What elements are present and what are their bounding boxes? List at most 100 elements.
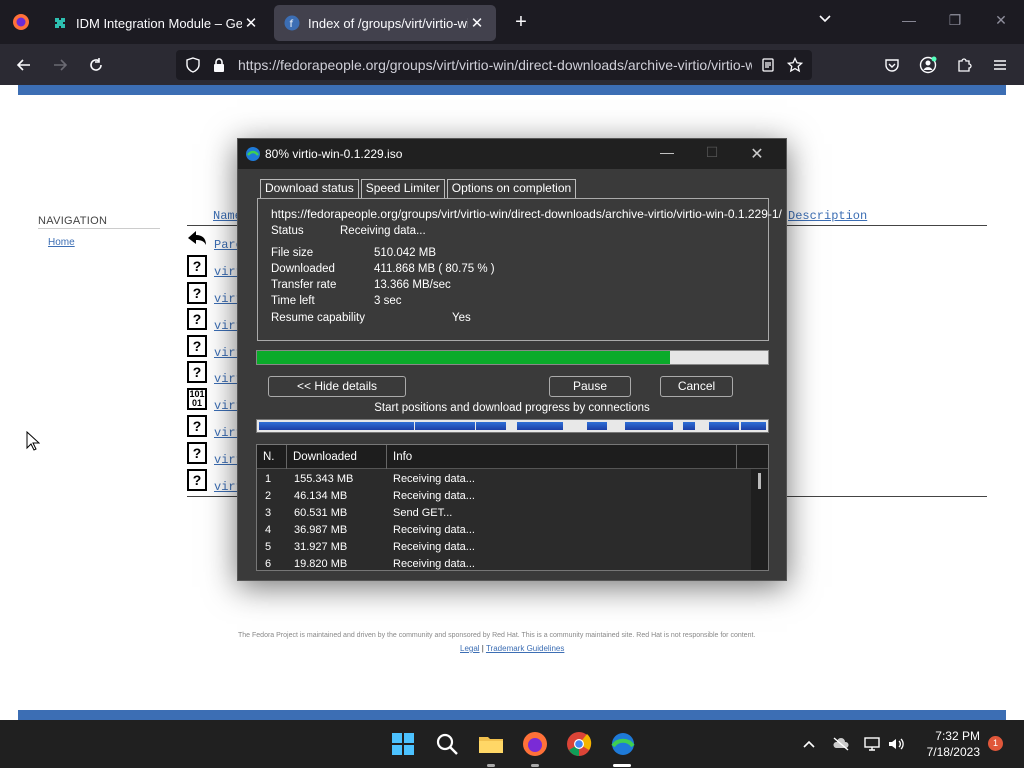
pocket-button[interactable]: [879, 52, 905, 78]
cell-n: 2: [265, 490, 272, 502]
table-row[interactable]: 3 60.531 MB Send GET...: [257, 505, 751, 522]
cell-n: 5: [265, 541, 272, 553]
legal-link[interactable]: Legal: [460, 644, 480, 653]
cell-info: Send GET...: [393, 507, 453, 519]
connection-segment: [517, 422, 563, 430]
minimize-button[interactable]: —: [886, 12, 932, 28]
table-row[interactable]: 6 19.820 MB Receiving data...: [257, 556, 751, 570]
trademark-link[interactable]: Trademark Guidelines: [486, 644, 564, 653]
transfer-rate-label: Transfer rate: [271, 279, 337, 291]
close-window-button[interactable]: ✕: [978, 12, 1024, 29]
windows-start-icon[interactable]: [389, 730, 417, 758]
column-header-info[interactable]: Info: [387, 445, 737, 469]
dialog-title: 80% virtio-win-0.1.229.iso: [265, 147, 403, 161]
connection-segment: [741, 422, 766, 430]
idm-icon[interactable]: [609, 730, 637, 758]
reload-icon: [90, 58, 102, 71]
dialog-titlebar[interactable]: 80% virtio-win-0.1.229.iso — ☐ ✕: [238, 139, 786, 169]
column-header-n[interactable]: N.: [257, 445, 287, 469]
scrollbar-thumb[interactable]: [758, 473, 761, 489]
running-indicator: [487, 764, 495, 767]
unknown-file-icon: ?: [187, 255, 207, 277]
taskbar-clock[interactable]: 7:32 PM 7/18/2023: [918, 728, 980, 760]
fedora-icon: f: [284, 15, 300, 31]
downloaded-label: Downloaded: [271, 263, 335, 275]
idm-puzzle-icon: [55, 18, 65, 28]
onedrive-offline-icon[interactable]: [832, 736, 850, 752]
table-scrollbar[interactable]: [751, 469, 768, 570]
cell-n: 1: [265, 473, 272, 485]
column-header-downloaded[interactable]: Downloaded: [287, 445, 387, 469]
forward-button[interactable]: [47, 52, 73, 78]
close-icon[interactable]: ✕: [468, 14, 486, 32]
new-tab-button[interactable]: +: [506, 11, 536, 34]
list-all-tabs-button[interactable]: [815, 12, 835, 29]
clock-time: 7:32 PM: [935, 729, 980, 743]
table-row[interactable]: 5 31.927 MB Receiving data...: [257, 539, 751, 556]
hide-details-button[interactable]: << Hide details: [268, 376, 406, 397]
unknown-file-icon: ?: [187, 308, 207, 330]
url-bar[interactable]: https://fedorapeople.org/groups/virt/vir…: [176, 50, 812, 80]
restore-button[interactable]: ❐: [932, 12, 978, 29]
cell-info: Receiving data...: [393, 558, 475, 570]
nav-home-link[interactable]: Home: [48, 237, 75, 248]
chrome-icon[interactable]: [565, 730, 593, 758]
download-dialog: 80% virtio-win-0.1.229.iso — ☐ ✕ Downloa…: [237, 138, 787, 581]
connection-segment: [683, 422, 695, 430]
unknown-file-icon: ?: [187, 415, 207, 437]
download-progress-bar: [256, 350, 769, 365]
cancel-button[interactable]: Cancel: [660, 376, 733, 397]
firefox-view-button[interactable]: [0, 0, 42, 44]
status-label: Status: [271, 225, 304, 237]
tab-options-on-completion[interactable]: Options on completion: [446, 179, 577, 198]
close-button[interactable]: ✕: [742, 144, 772, 164]
connection-segment: [709, 422, 739, 430]
active-indicator: [613, 764, 631, 767]
footer-links: Legal | Trademark Guidelines: [460, 644, 565, 653]
resume-label: Resume capability: [271, 312, 365, 324]
tab-idm-integration[interactable]: IDM Integration Module – Get t ✕: [42, 5, 270, 41]
table-row[interactable]: 2 46.134 MB Receiving data...: [257, 488, 751, 505]
connections-progress-bar: [256, 419, 769, 433]
back-button[interactable]: [11, 52, 37, 78]
cell-n: 3: [265, 507, 272, 519]
firefox-icon[interactable]: [521, 730, 549, 758]
cell-info: Receiving data...: [393, 490, 475, 502]
resume-value: Yes: [452, 312, 471, 324]
arrow-right-icon: [54, 59, 68, 71]
chevron-up-icon[interactable]: [802, 738, 816, 750]
pause-button[interactable]: Pause: [549, 376, 631, 397]
volume-icon[interactable]: [887, 736, 905, 752]
table-row[interactable]: 4 36.987 MB Receiving data...: [257, 522, 751, 539]
search-icon[interactable]: [433, 730, 461, 758]
unknown-file-icon: ?: [187, 469, 207, 491]
notification-badge[interactable]: 1: [988, 736, 1003, 751]
tab-speed-limiter[interactable]: Speed Limiter: [360, 179, 445, 198]
tab-download-status[interactable]: Download status: [260, 179, 359, 199]
maximize-button[interactable]: ☐: [697, 144, 727, 161]
connection-segment: [625, 422, 673, 430]
cell-downloaded: 36.987 MB: [294, 524, 348, 536]
network-icon[interactable]: [863, 736, 881, 752]
shield-icon[interactable]: [185, 57, 201, 73]
close-icon[interactable]: ✕: [242, 14, 260, 32]
app-menu-button[interactable]: [987, 52, 1013, 78]
download-url: https://fedorapeople.org/groups/virt/vir…: [271, 207, 782, 221]
table-row[interactable]: 1 155.343 MB Receiving data...: [257, 471, 751, 488]
bookmark-star-icon[interactable]: [787, 57, 803, 73]
lock-icon[interactable]: [211, 57, 227, 73]
file-explorer-icon[interactable]: [477, 730, 505, 758]
connections-label: Start positions and download progress by…: [374, 402, 650, 414]
cell-downloaded: 31.927 MB: [294, 541, 348, 553]
cell-info: Receiving data...: [393, 541, 475, 553]
minimize-button[interactable]: —: [652, 144, 682, 160]
reader-view-icon[interactable]: [760, 57, 776, 73]
cell-downloaded: 60.531 MB: [294, 507, 348, 519]
tab-index-virtio[interactable]: f Index of /groups/virt/virtio-win ✕: [274, 5, 496, 41]
reload-button[interactable]: [83, 52, 109, 78]
account-button[interactable]: [915, 52, 941, 78]
tab-title: IDM Integration Module – Get t: [76, 15, 242, 31]
running-indicator: [531, 764, 539, 767]
column-description-link[interactable]: Description: [788, 209, 867, 223]
extensions-button[interactable]: [951, 52, 977, 78]
